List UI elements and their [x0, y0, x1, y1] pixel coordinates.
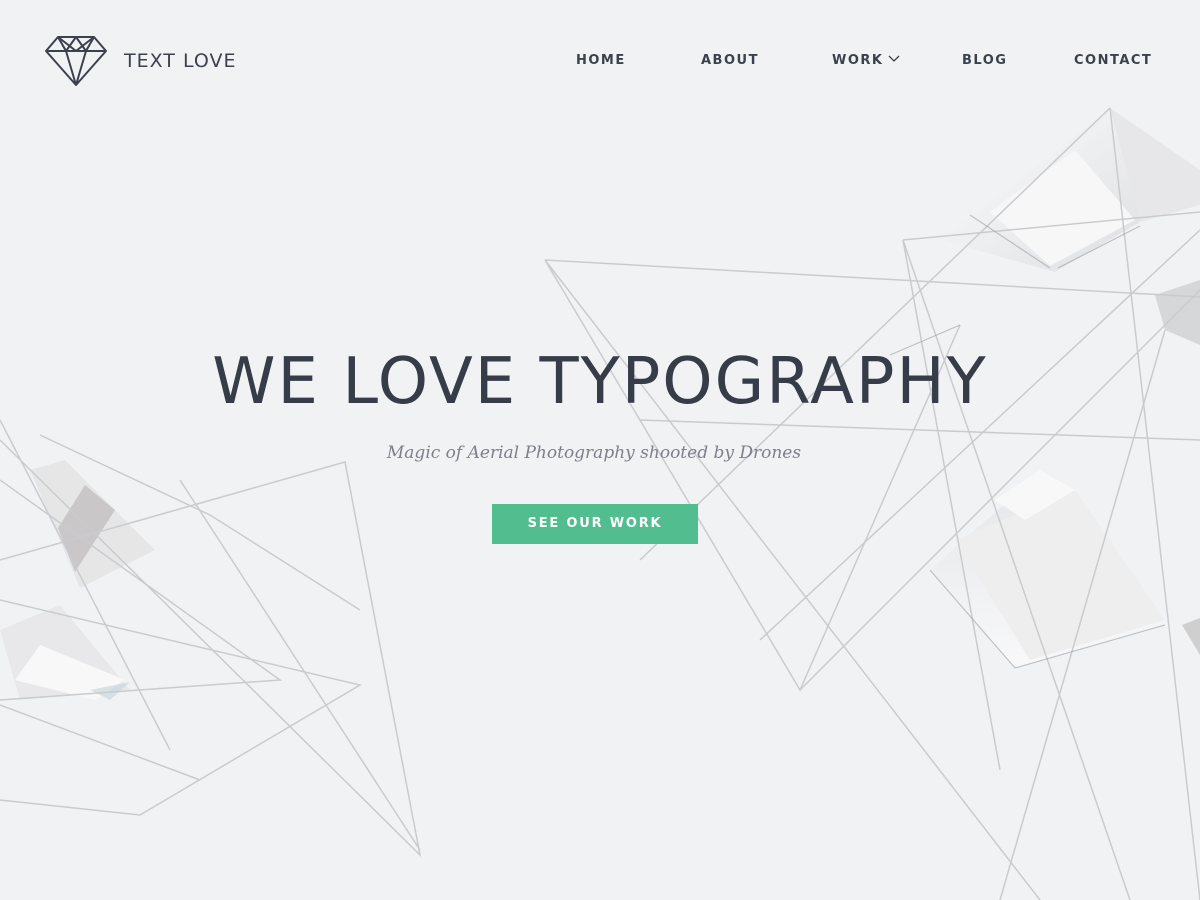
diamond-icon	[45, 36, 107, 86]
hero-title: WE LOVE TYPOGRAPHY	[212, 345, 988, 419]
chevron-down-icon[interactable]	[888, 55, 900, 63]
brand-name: TEXT LOVE	[124, 50, 237, 72]
nav-item-home[interactable]: HOME	[576, 52, 626, 70]
hero-subtitle: Magic of Aerial Photography shooted by D…	[386, 443, 802, 463]
site-header: TEXT LOVE HOME ABOUT WORK BLOG CONTACT	[0, 0, 1200, 122]
see-our-work-button[interactable]: SEE OUR WORK	[492, 504, 698, 544]
brand-logo[interactable]: TEXT LOVE	[44, 35, 236, 87]
nav-item-contact[interactable]: CONTACT	[1074, 52, 1152, 70]
nav-item-blog[interactable]: BLOG	[962, 52, 1007, 70]
landing-page: TEXT LOVE HOME ABOUT WORK BLOG CONTACT W…	[0, 0, 1200, 900]
nav-item-work[interactable]: WORK	[832, 52, 883, 70]
nav-item-about[interactable]: ABOUT	[701, 52, 759, 70]
